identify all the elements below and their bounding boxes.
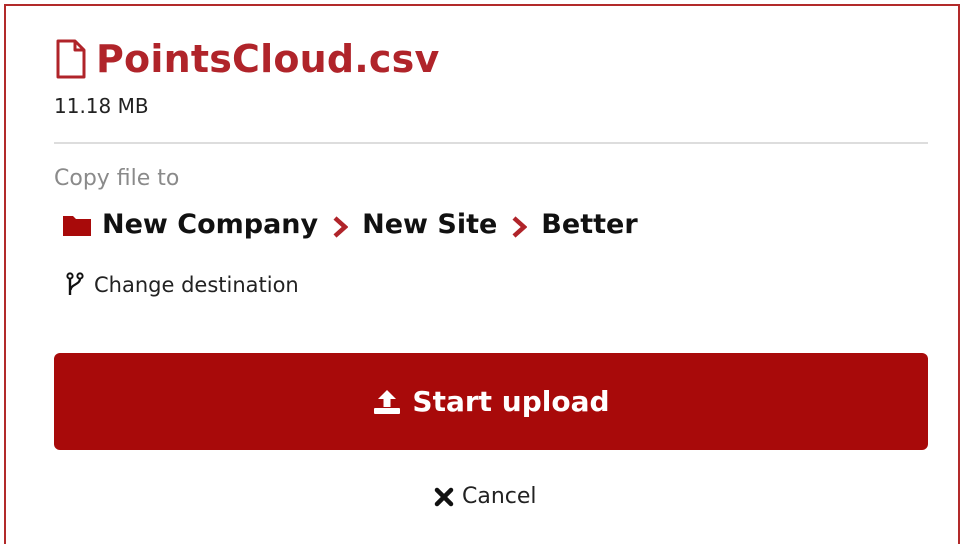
upload-dialog: PointsCloud.csv 11.18 MB Copy file to Ne…: [4, 4, 960, 544]
destination-breadcrumb: New Company New Site Better: [62, 209, 638, 240]
file-name: PointsCloud.csv: [96, 37, 440, 81]
start-upload-label: Start upload: [412, 385, 610, 418]
breadcrumb-item-folder: Better: [541, 209, 638, 240]
upload-icon: [372, 388, 402, 416]
breadcrumb-item-company: New Company: [102, 209, 319, 240]
breadcrumb-item-site: New Site: [362, 209, 498, 240]
change-destination-link[interactable]: Change destination: [66, 272, 299, 298]
start-upload-button[interactable]: Start upload: [54, 353, 928, 450]
file-icon: [54, 38, 88, 80]
chevron-right-icon: [511, 214, 528, 238]
file-size: 11.18 MB: [54, 94, 149, 118]
cancel-button[interactable]: Cancel: [434, 484, 537, 509]
file-header: PointsCloud.csv: [54, 36, 439, 82]
copy-destination-label: Copy file to: [54, 166, 180, 191]
divider: [54, 142, 928, 144]
folder-icon: [62, 213, 92, 237]
chevron-right-icon: [332, 214, 349, 238]
cancel-label: Cancel: [462, 484, 537, 509]
close-icon: [434, 487, 454, 507]
change-destination-label: Change destination: [94, 273, 299, 297]
branch-icon: [66, 272, 84, 298]
